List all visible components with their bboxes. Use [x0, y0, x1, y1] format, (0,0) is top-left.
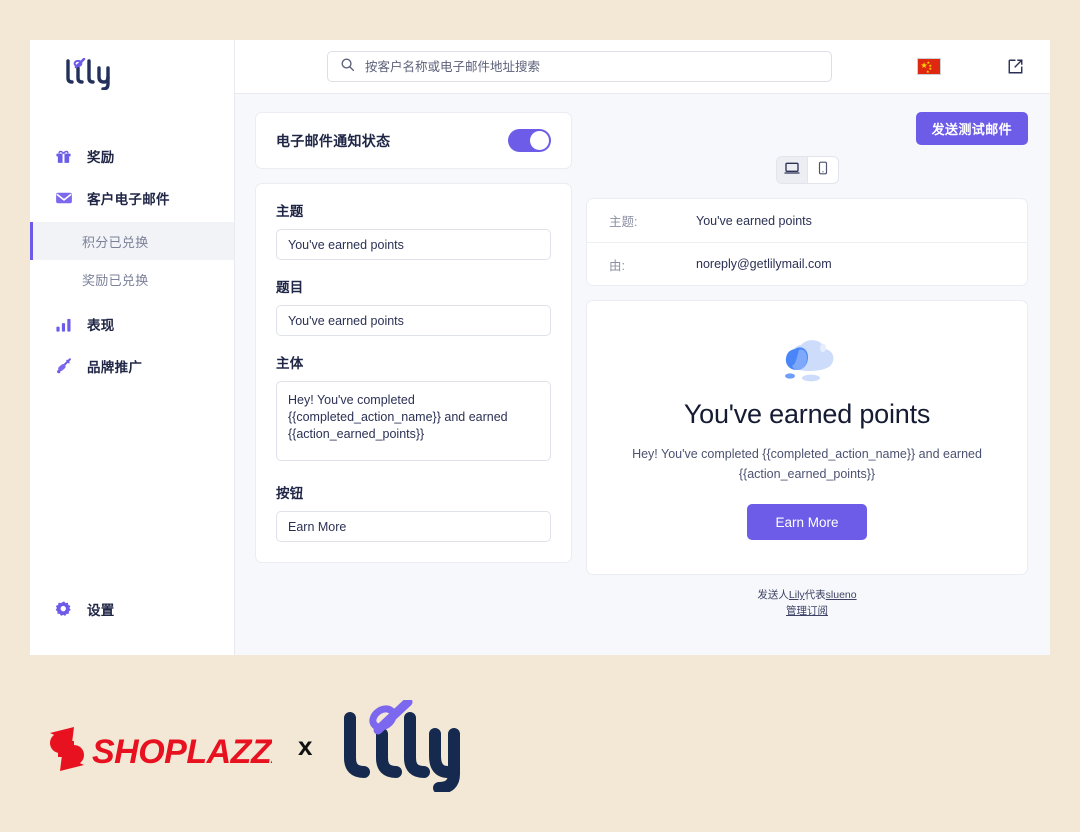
bar-chart-icon [54, 315, 73, 334]
toggle-knob [530, 131, 549, 150]
sidebar-item-customer-emails[interactable]: 客户电子邮件 [30, 180, 234, 216]
device-preview-switch [775, 156, 839, 184]
email-status-label: 电子邮件通知状态 [276, 132, 391, 149]
mobile-icon [816, 161, 830, 180]
email-form-card: 主题 题目 主体 按钮 [255, 183, 572, 563]
sidebar-subitem-label: 奖励已兑换 [82, 272, 149, 288]
sidebar-item-branding[interactable]: 品牌推广 [30, 348, 234, 384]
preview-column: 发送测试邮件 主题: You've earned points 由: norep… [586, 112, 1028, 655]
footer-middle: 代表 [804, 589, 826, 601]
meta-row-subject: 主题: You've earned points [587, 199, 1027, 242]
manage-subscription-link[interactable]: 管理订阅 [586, 603, 1028, 619]
email-preview-card: You've earned points Hey! You've complet… [586, 300, 1028, 575]
main-area: ★ ★ ★ ★ ★ 电子邮件 [235, 40, 1050, 655]
lily-logo-icon [66, 58, 110, 90]
search-box[interactable] [327, 51, 832, 82]
topbar: ★ ★ ★ ★ ★ [235, 40, 1050, 94]
sidebar-item-rewards[interactable]: 奖励 [30, 138, 234, 174]
preview-email-title: You've earned points [683, 399, 931, 429]
flag-star-small: ★ [926, 68, 930, 74]
button-label: 按钮 [276, 486, 304, 501]
preview-email-body: Hey! You've completed {{completed_action… [632, 447, 982, 481]
megaphone-icon [54, 357, 73, 376]
sidebar-subitem-label: 积分已兑换 [82, 234, 149, 250]
sidebar-item-settings[interactable]: 设置 [30, 591, 234, 627]
footer-store-link[interactable]: slueno [826, 589, 857, 601]
subject-label: 主题 [276, 204, 304, 219]
sidebar-item-performance[interactable]: 表现 [30, 306, 234, 342]
email-status-toggle[interactable] [508, 129, 551, 152]
meta-key: 主题: [609, 215, 638, 229]
cloud-illustration-icon [785, 340, 834, 382]
topbar-actions: ★ ★ ★ ★ ★ [917, 58, 1030, 75]
preview-header: 发送测试邮件 [586, 112, 1028, 145]
send-test-email-button[interactable]: 发送测试邮件 [915, 112, 1028, 145]
gift-icon [54, 147, 73, 166]
shoplazza-wordmark: SHOPLAZZA [92, 733, 272, 771]
mobile-preview-button[interactable] [806, 157, 838, 183]
gear-icon [54, 600, 73, 619]
shoplazza-mark [50, 727, 84, 771]
meta-row-from: 由: noreply@getlilymail.com [587, 242, 1027, 285]
body-label: 主体 [276, 356, 304, 371]
sidebar-item-label: 客户电子邮件 [87, 192, 170, 207]
sidebar-item-label: 设置 [87, 603, 115, 618]
meta-key: 由: [609, 258, 625, 273]
desktop-preview-button[interactable] [776, 157, 807, 183]
sidebar: 奖励 客户电子邮件 积分已兑换 奖励已兑换 表现 品牌推广 设置 [30, 40, 235, 655]
sidebar-item-label: 奖励 [87, 150, 115, 165]
lily-logo-large [344, 700, 461, 792]
partner-logo-strip: SHOPLAZZA x [44, 700, 461, 792]
meta-value: You've earned points [696, 213, 812, 228]
sidebar-subitem-rewards-redeemed[interactable]: 奖励已兑换 [30, 260, 234, 298]
meta-value: noreply@getlilymail.com [696, 257, 832, 271]
desktop-icon [783, 160, 800, 181]
preview-footer: 发送人Lily代表slueno 管理订阅 [586, 587, 1028, 619]
button-text-input[interactable] [276, 511, 551, 542]
email-status-card: 电子邮件通知状态 [255, 112, 572, 169]
preview-email-cta-button[interactable]: Earn More [747, 504, 867, 540]
logo-separator-x: x [298, 730, 313, 761]
app-window: 奖励 客户电子邮件 积分已兑换 奖励已兑换 表现 品牌推广 设置 按客户名称或电… [30, 40, 1050, 655]
editor-column: 电子邮件通知状态 主题 题目 主体 按钮 [255, 112, 572, 655]
external-link-icon[interactable] [1007, 58, 1024, 75]
search-input[interactable] [365, 59, 819, 74]
sidebar-item-label: 品牌推广 [87, 360, 143, 375]
footer-prefix: 发送人 [757, 589, 789, 601]
brand-logo-area[interactable] [30, 40, 234, 108]
title-input[interactable] [276, 305, 551, 336]
shoplazza-logo: SHOPLAZZA [50, 727, 272, 771]
sidebar-subitem-points-redeemed[interactable]: 积分已兑换 [30, 222, 234, 260]
sidebar-nav: 奖励 客户电子邮件 积分已兑换 奖励已兑换 表现 品牌推广 [30, 138, 234, 591]
email-meta-card: 主题: You've earned points 由: noreply@getl… [586, 198, 1028, 286]
search-icon [340, 57, 355, 77]
body-textarea[interactable] [276, 381, 551, 461]
footer-brand-link[interactable]: Lily [789, 589, 805, 601]
title-label: 题目 [276, 280, 304, 295]
mail-icon [54, 189, 73, 208]
china-flag-icon[interactable]: ★ ★ ★ ★ ★ [917, 58, 941, 75]
sidebar-bottom: 设置 [30, 591, 234, 655]
sidebar-item-label: 表现 [87, 318, 115, 333]
subject-input[interactable] [276, 229, 551, 260]
content-area: 电子邮件通知状态 主题 题目 主体 按钮 [235, 94, 1050, 655]
